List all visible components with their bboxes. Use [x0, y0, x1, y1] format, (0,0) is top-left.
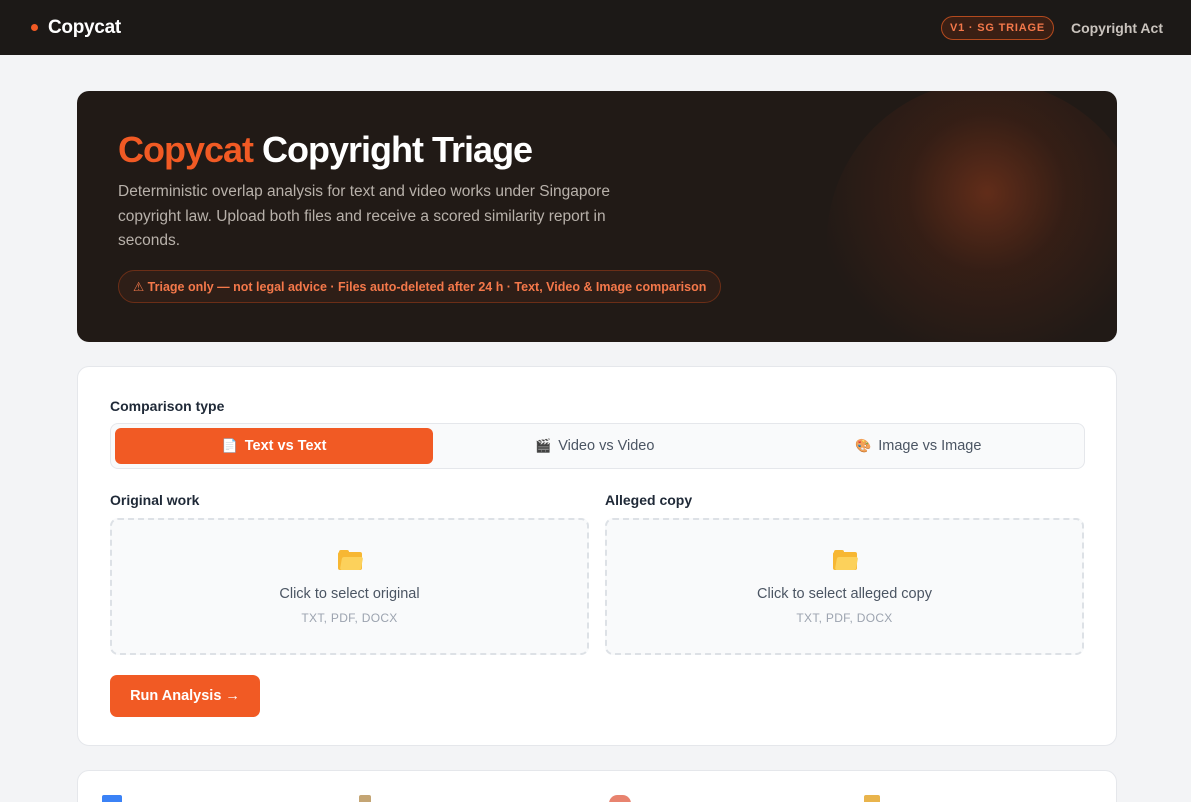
- document-icon: 📄: [221, 438, 238, 453]
- original-accepted-formats: TXT, PDF, DOCX: [301, 611, 398, 625]
- dagger-icon: [359, 795, 371, 802]
- tab-label: Image vs Image: [878, 438, 982, 454]
- tab-video-vs-video[interactable]: 🎬 Video vs Video: [433, 428, 757, 464]
- tab-label: Video vs Video: [558, 438, 655, 454]
- brand-name: Copycat: [48, 16, 121, 38]
- tab-label: Text vs Text: [244, 438, 327, 454]
- title-accent: Copycat: [118, 129, 254, 170]
- copyright-act-link[interactable]: Copyright Act: [1071, 20, 1163, 36]
- alleged-accepted-formats: TXT, PDF, DOCX: [796, 611, 893, 625]
- comparison-form: Comparison type 📄 Text vs Text 🎬 Video v…: [77, 366, 1117, 746]
- brand[interactable]: Copycat: [31, 17, 121, 39]
- alleged-dropzone[interactable]: Click to select alleged copy TXT, PDF, D…: [605, 518, 1084, 655]
- comparison-type-label: Comparison type: [110, 398, 225, 414]
- comparison-type-selector: 📄 Text vs Text 🎬 Video vs Video 🎨 Image …: [110, 423, 1085, 469]
- disclaimer-notice: ⚠ Triage only — not legal advice · Files…: [118, 269, 722, 303]
- palette-icon: [609, 795, 631, 802]
- hero-description: Deterministic overlap analysis for text …: [118, 183, 610, 249]
- title-rest: Copyright Triage: [262, 129, 533, 170]
- tab-image-vs-image[interactable]: 🎨 Image vs Image: [757, 428, 1081, 464]
- original-dropzone-prompt: Click to select original: [279, 586, 420, 602]
- run-analysis-button[interactable]: Run Analysis →: [110, 675, 260, 717]
- brand-dot-icon: [31, 24, 38, 31]
- numbers-icon: [102, 795, 122, 802]
- clapperboard-icon: 🎬: [535, 438, 552, 453]
- hero-banner: Copycat Copyright Triage Deterministic o…: [77, 91, 1117, 342]
- top-navbar: Copycat V1 · SG TRIAGE Copyright Act: [0, 0, 1191, 55]
- original-dropzone[interactable]: Click to select original TXT, PDF, DOCX: [110, 518, 589, 655]
- bag-icon: [864, 795, 880, 802]
- version-badge: V1 · SG TRIAGE: [941, 15, 1054, 40]
- alleged-dropzone-prompt: Click to select alleged copy: [757, 586, 932, 602]
- nav-right: V1 · SG TRIAGE Copyright Act: [941, 15, 1163, 40]
- palette-icon: 🎨: [855, 438, 872, 453]
- features-card: [77, 770, 1117, 802]
- tab-text-vs-text[interactable]: 📄 Text vs Text: [115, 428, 433, 464]
- page-title: Copycat Copyright Triage: [118, 129, 1076, 171]
- alleged-copy-label: Alleged copy: [605, 492, 693, 508]
- folder-icon: [832, 550, 858, 570]
- folder-icon: [337, 550, 363, 570]
- original-work-label: Original work: [110, 492, 200, 508]
